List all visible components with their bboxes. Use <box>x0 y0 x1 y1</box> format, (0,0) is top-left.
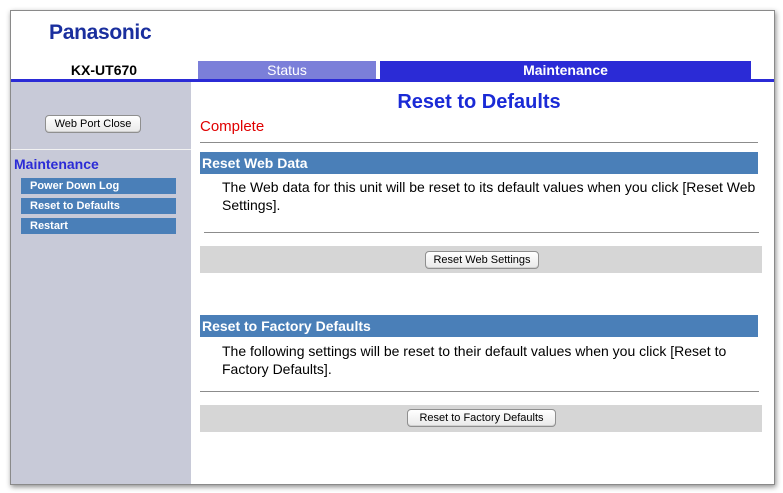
web-port-close-button[interactable]: Web Port Close <box>45 115 141 133</box>
divider <box>200 142 758 143</box>
brand-logo: Panasonic <box>49 21 152 44</box>
reset-web-settings-button[interactable]: Reset Web Settings <box>425 251 539 269</box>
sidebar-item-reset-to-defaults[interactable]: Reset to Defaults <box>21 198 176 214</box>
sidebar-item-restart[interactable]: Restart <box>21 218 176 234</box>
reset-factory-button-bar: Reset to Factory Defaults <box>200 405 762 432</box>
sidebar <box>11 82 191 484</box>
section-description-reset-web-data: The Web data for this unit will be reset… <box>222 179 756 213</box>
sidebar-divider <box>11 149 191 150</box>
page-title: Reset to Defaults <box>397 91 561 113</box>
sidebar-item-power-down-log[interactable]: Power Down Log <box>21 178 176 194</box>
status-message: Complete <box>200 118 265 135</box>
model-name: KX-UT670 <box>70 62 138 78</box>
section-header-reset-factory: Reset to Factory Defaults <box>200 315 758 337</box>
section-header-reset-web-data: Reset Web Data <box>200 152 758 174</box>
browser-window: Panasonic KX-UT670 Status Maintenance We… <box>10 10 775 485</box>
divider <box>204 232 759 233</box>
sidebar-section-title: Maintenance <box>14 156 99 172</box>
divider <box>200 391 759 392</box>
section-description-reset-factory: The following settings will be reset to … <box>222 343 727 377</box>
reset-web-button-bar: Reset Web Settings <box>200 246 762 273</box>
reset-factory-defaults-button[interactable]: Reset to Factory Defaults <box>407 409 556 427</box>
tab-status[interactable]: Status <box>198 61 376 79</box>
tab-maintenance[interactable]: Maintenance <box>380 61 751 79</box>
